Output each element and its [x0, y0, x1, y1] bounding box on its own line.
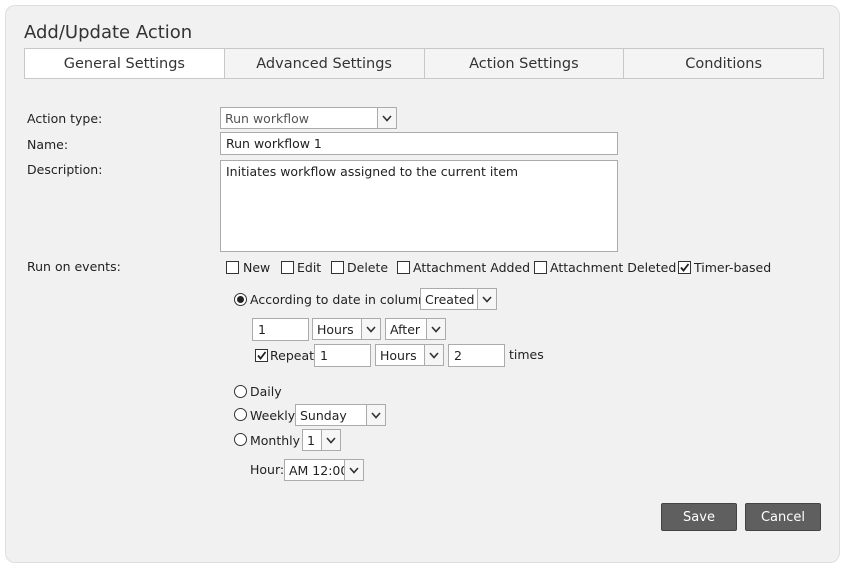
- hour-label: Hour:: [250, 462, 285, 477]
- daily-radio[interactable]: [234, 385, 247, 398]
- tab-conditions[interactable]: Conditions: [624, 48, 824, 79]
- chevron-down-icon: [344, 460, 363, 480]
- event-attachment-deleted-label: Attachment Deleted: [550, 260, 677, 275]
- weekly-radio[interactable]: [234, 408, 247, 421]
- event-new-label: New: [243, 260, 271, 275]
- dialog-title: Add/Update Action: [24, 22, 193, 43]
- run-on-events-label: Run on events:: [27, 259, 121, 274]
- chevron-down-icon: [366, 405, 385, 425]
- action-type-label: Action type:: [27, 111, 103, 126]
- chevron-down-icon: [361, 319, 380, 339]
- action-type-value: Run workflow: [225, 111, 309, 126]
- according-to-date-label: According to date in column:: [250, 292, 431, 307]
- offset-direction-select[interactable]: After: [385, 318, 446, 340]
- offset-direction-value: After: [390, 322, 421, 337]
- event-delete-checkbox[interactable]: [331, 261, 344, 274]
- repeat-label: Repeat: [270, 348, 315, 363]
- monthly-label: Monthly: [250, 433, 301, 448]
- action-type-select[interactable]: Run workflow: [220, 107, 397, 129]
- event-timer-based-checkbox[interactable]: [678, 261, 691, 274]
- chevron-down-icon: [321, 430, 340, 450]
- hour-select[interactable]: AM 12:00: [284, 459, 364, 481]
- weekly-label: Weekly: [250, 408, 296, 423]
- date-column-value: Created: [425, 292, 475, 307]
- chevron-down-icon: [424, 345, 443, 365]
- date-column-select[interactable]: Created: [420, 288, 497, 310]
- tab-bar: General Settings Advanced Settings Actio…: [24, 48, 824, 79]
- save-button[interactable]: Save: [661, 503, 737, 531]
- event-attachment-added-label: Attachment Added: [413, 260, 531, 275]
- offset-unit-select[interactable]: Hours: [312, 318, 381, 340]
- event-delete-label: Delete: [347, 260, 389, 275]
- description-textarea[interactable]: Initiates workflow assigned to the curre…: [220, 160, 618, 252]
- repeat-count-input[interactable]: 2: [448, 344, 505, 367]
- event-attachment-deleted-checkbox[interactable]: [534, 261, 547, 274]
- add-update-action-dialog: Add/Update Action General Settings Advan…: [5, 5, 840, 563]
- monthly-day-value: 1: [307, 433, 315, 448]
- repeat-value-input[interactable]: 1: [314, 344, 371, 367]
- name-label: Name:: [27, 137, 69, 152]
- tab-advanced-settings[interactable]: Advanced Settings: [224, 48, 425, 79]
- chevron-down-icon: [377, 108, 396, 128]
- hour-value: AM 12:00: [289, 463, 349, 478]
- daily-label: Daily: [250, 384, 282, 399]
- offset-unit-value: Hours: [317, 322, 354, 337]
- cancel-button[interactable]: Cancel: [745, 503, 821, 531]
- event-edit-label: Edit: [297, 260, 322, 275]
- tab-general-settings[interactable]: General Settings: [24, 48, 225, 79]
- chevron-down-icon: [426, 319, 445, 339]
- according-to-date-radio[interactable]: [234, 293, 247, 306]
- event-new-checkbox[interactable]: [226, 261, 239, 274]
- repeat-checkbox[interactable]: [255, 349, 268, 362]
- checkmark-icon: [257, 351, 267, 360]
- repeat-unit-select[interactable]: Hours: [375, 344, 444, 366]
- description-label: Description:: [27, 162, 103, 177]
- weekly-day-select[interactable]: Sunday: [295, 404, 386, 426]
- name-input[interactable]: Run workflow 1: [220, 132, 618, 155]
- event-edit-checkbox[interactable]: [281, 261, 294, 274]
- event-timer-based-label: Timer-based: [694, 260, 772, 275]
- offset-value-input[interactable]: 1: [252, 318, 309, 341]
- checkmark-icon: [680, 263, 690, 272]
- monthly-radio[interactable]: [234, 433, 247, 446]
- tab-action-settings[interactable]: Action Settings: [424, 48, 625, 79]
- event-attachment-added-checkbox[interactable]: [397, 261, 410, 274]
- weekly-day-value: Sunday: [300, 408, 347, 423]
- chevron-down-icon: [477, 289, 496, 309]
- repeat-times-label: times: [509, 347, 544, 362]
- repeat-unit-value: Hours: [380, 348, 417, 363]
- monthly-day-select[interactable]: 1: [302, 429, 341, 451]
